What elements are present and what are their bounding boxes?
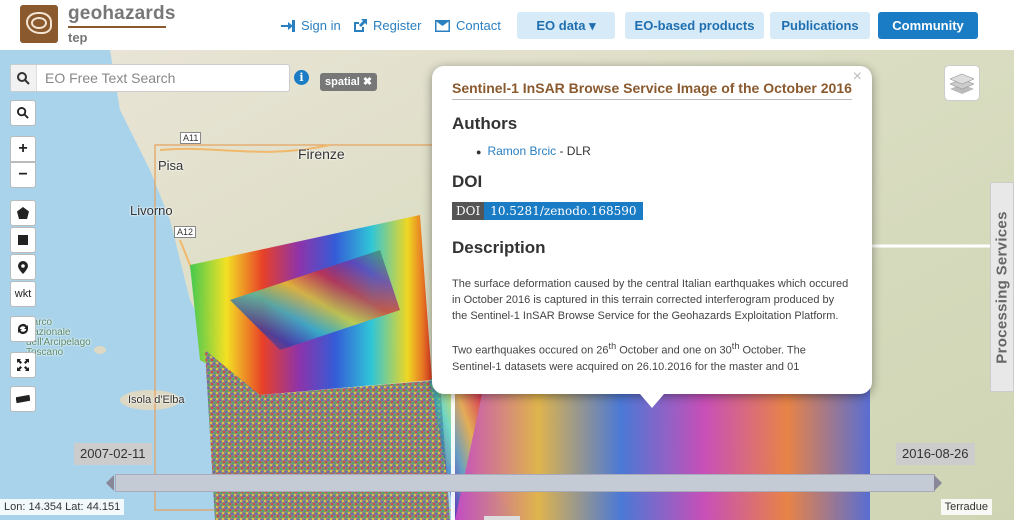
eo-products-button[interactable]: EO-based products bbox=[625, 12, 764, 39]
pentagon-icon bbox=[17, 207, 29, 219]
popup-title[interactable]: Sentinel-1 InSAR Browse Service Image of… bbox=[452, 80, 852, 100]
top-header: geohazards tep Sign in Register Contact … bbox=[0, 0, 1014, 50]
eo-search-box[interactable]: EO Free Text Search bbox=[10, 64, 290, 92]
cursor-coordinates: Lon: 14.354 Lat: 44.151 bbox=[0, 499, 125, 515]
map-label-firenze: Firenze bbox=[298, 146, 345, 162]
road-label-a12: A12 bbox=[174, 226, 197, 238]
bottom-drag-handle[interactable] bbox=[484, 516, 520, 520]
doi-badge[interactable]: DOI 10.5281/zenodo.168590 bbox=[452, 202, 643, 220]
zoom-out-button[interactable]: − bbox=[10, 162, 36, 188]
sign-in-label: Sign in bbox=[301, 18, 341, 33]
map-marker-icon bbox=[18, 260, 28, 274]
fullscreen-button[interactable] bbox=[10, 352, 36, 378]
publications-button[interactable]: Publications bbox=[770, 12, 870, 39]
processing-services-label: Processing Services bbox=[993, 210, 1011, 364]
search-input[interactable]: EO Free Text Search bbox=[37, 70, 175, 86]
author-link[interactable]: Ramon Brcic bbox=[487, 144, 556, 158]
contact-label: Contact bbox=[456, 18, 501, 33]
sign-in-link[interactable]: Sign in bbox=[281, 18, 341, 33]
time-range-slider[interactable] bbox=[115, 474, 935, 492]
author-org: - DLR bbox=[556, 144, 591, 158]
date-end-label: 2016-08-26 bbox=[896, 443, 975, 465]
refresh-button[interactable] bbox=[10, 316, 36, 342]
description-paragraph-2: Two earthquakes occured on 26th October … bbox=[452, 341, 806, 373]
eo-data-dropdown[interactable]: EO data ▾ bbox=[517, 12, 615, 39]
brand-name[interactable]: geohazards bbox=[68, 3, 176, 25]
draw-polygon-button[interactable] bbox=[10, 200, 36, 226]
draw-point-button[interactable] bbox=[10, 254, 36, 280]
wkt-button[interactable]: wkt bbox=[10, 281, 36, 307]
search-icon bbox=[17, 107, 29, 119]
author-list-item: ● Ramon Brcic - DLR bbox=[476, 144, 591, 158]
road-label-a11: A11 bbox=[180, 132, 202, 144]
spatial-filter-tag[interactable]: spatial ✖ bbox=[320, 73, 378, 91]
map-label-elba: Isola d'Elba bbox=[128, 394, 185, 406]
slider-right-handle[interactable] bbox=[934, 475, 942, 491]
search-icon bbox=[11, 65, 37, 91]
register-label: Register bbox=[373, 18, 422, 33]
map-label-pisa: Pisa bbox=[158, 158, 184, 173]
register-link[interactable]: Register bbox=[353, 18, 421, 33]
external-link-icon bbox=[354, 18, 367, 32]
close-icon[interactable]: × bbox=[853, 68, 862, 86]
sign-in-icon bbox=[281, 19, 295, 32]
draw-rectangle-button[interactable] bbox=[10, 227, 36, 253]
ruler-button[interactable] bbox=[10, 386, 36, 412]
contact-link[interactable]: Contact bbox=[435, 18, 501, 33]
expand-icon bbox=[17, 359, 29, 371]
brand-underline bbox=[68, 26, 166, 28]
description-heading: Description bbox=[452, 238, 546, 257]
authors-heading: Authors bbox=[452, 114, 518, 133]
zoom-in-button[interactable]: + bbox=[10, 136, 36, 162]
ruler-icon bbox=[16, 395, 30, 403]
map-view[interactable]: Firenze Pisa Livorno Isola d'Elba Parco … bbox=[0, 50, 1014, 520]
popup-arrow bbox=[640, 394, 664, 408]
square-icon bbox=[18, 235, 28, 245]
zoom-search-button[interactable] bbox=[10, 100, 36, 126]
layers-icon bbox=[950, 73, 974, 94]
doi-heading: DOI bbox=[452, 172, 483, 191]
community-button[interactable]: Community bbox=[878, 12, 978, 39]
doi-badge-value: 10.5281/zenodo.168590 bbox=[484, 202, 643, 220]
envelope-icon bbox=[435, 19, 450, 32]
layers-button[interactable] bbox=[944, 65, 980, 101]
publication-popup: × Sentinel-1 InSAR Browse Service Image … bbox=[432, 66, 872, 394]
map-label-livorno: Livorno bbox=[130, 203, 173, 218]
processing-services-tab[interactable]: Processing Services bbox=[990, 182, 1014, 392]
refresh-icon bbox=[18, 324, 28, 334]
map-attribution: Terradue bbox=[940, 499, 992, 515]
description-paragraph-1: The surface deformation caused by the ce… bbox=[452, 278, 849, 322]
slider-left-handle[interactable] bbox=[106, 475, 114, 491]
brand-sub: tep bbox=[68, 30, 88, 45]
info-icon[interactable]: i bbox=[294, 70, 309, 85]
doi-badge-label: DOI bbox=[452, 202, 485, 220]
date-start-label: 2007-02-11 bbox=[74, 443, 152, 465]
geohazards-logo[interactable] bbox=[20, 5, 58, 43]
